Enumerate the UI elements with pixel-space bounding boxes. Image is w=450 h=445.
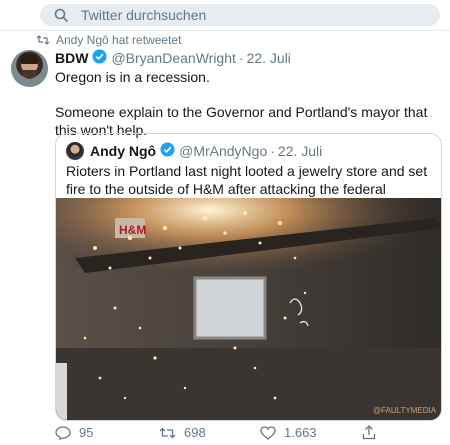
retweet-icon: [159, 427, 176, 438]
verified-badge-icon: [92, 49, 107, 67]
separator-dot: ·: [238, 50, 244, 66]
reply-button[interactable]: 95: [55, 425, 93, 440]
retweet-icon: [36, 35, 50, 45]
retweet-context[interactable]: Andy Ngô hat retweetet: [36, 33, 181, 47]
quote-author-name[interactable]: Andy Ngô: [90, 143, 156, 159]
search-bar: Twitter durchsuchen: [0, 0, 450, 30]
author-name[interactable]: BDW: [55, 50, 88, 66]
share-icon: [362, 425, 376, 440]
like-button[interactable]: 1.663: [260, 425, 317, 440]
divider: [0, 30, 450, 31]
video-watermark: @FAULTYMEDIA: [373, 406, 437, 415]
verified-badge-icon: [160, 142, 175, 160]
avatar[interactable]: [11, 50, 48, 87]
retweet-label: Andy Ngô hat retweetet: [56, 33, 182, 47]
search-box[interactable]: Twitter durchsuchen: [40, 4, 440, 26]
search-icon: [54, 8, 68, 22]
tweet-header: BDW @BryanDeanWright · 22. Juli: [55, 49, 291, 67]
search-input[interactable]: Twitter durchsuchen: [81, 7, 206, 23]
reply-count: 95: [79, 425, 94, 440]
share-button[interactable]: [362, 425, 384, 440]
retweet-button[interactable]: 698: [159, 425, 206, 440]
reply-icon: [55, 425, 71, 440]
tweet-date[interactable]: 22. Juli: [247, 50, 291, 66]
quote-author-handle[interactable]: @MrAndyNgo: [179, 143, 267, 159]
quoted-tweet[interactable]: Andy Ngô @MrAndyNgo · 22. Juli Rioters i…: [55, 133, 442, 421]
quote-avatar[interactable]: [66, 142, 84, 160]
like-count: 1.663: [284, 425, 317, 440]
retweet-count: 698: [184, 425, 206, 440]
quote-date[interactable]: 22. Juli: [278, 143, 322, 159]
tweet-text-line: Oregon is in a recession.: [55, 69, 210, 85]
author-handle[interactable]: @BryanDeanWright: [111, 50, 235, 66]
separator-dot: ·: [270, 143, 275, 159]
like-icon: [260, 425, 276, 440]
tweet-actions: 95 698 1.663: [55, 425, 445, 445]
store-sign-text: H&M: [119, 223, 146, 237]
quote-header: Andy Ngô @MrAndyNgo · 22. Juli: [66, 142, 322, 160]
video-thumbnail[interactable]: H&M @FAULTYMEDIA: [56, 198, 441, 420]
